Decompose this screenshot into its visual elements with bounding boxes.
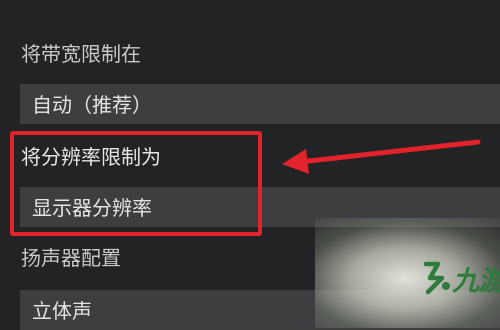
watermark-text: 九游 [452,266,500,297]
jiuyou-logo-icon [423,261,450,295]
